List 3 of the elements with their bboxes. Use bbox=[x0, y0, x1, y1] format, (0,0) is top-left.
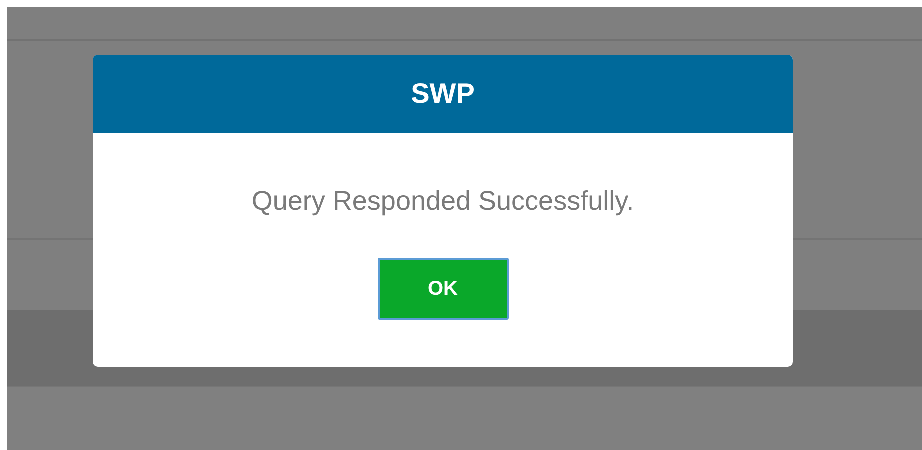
ok-button[interactable]: OK bbox=[378, 258, 508, 320]
dialog-title: SWP bbox=[411, 78, 475, 110]
dialog-message: Query Responded Successfully. bbox=[252, 185, 634, 218]
